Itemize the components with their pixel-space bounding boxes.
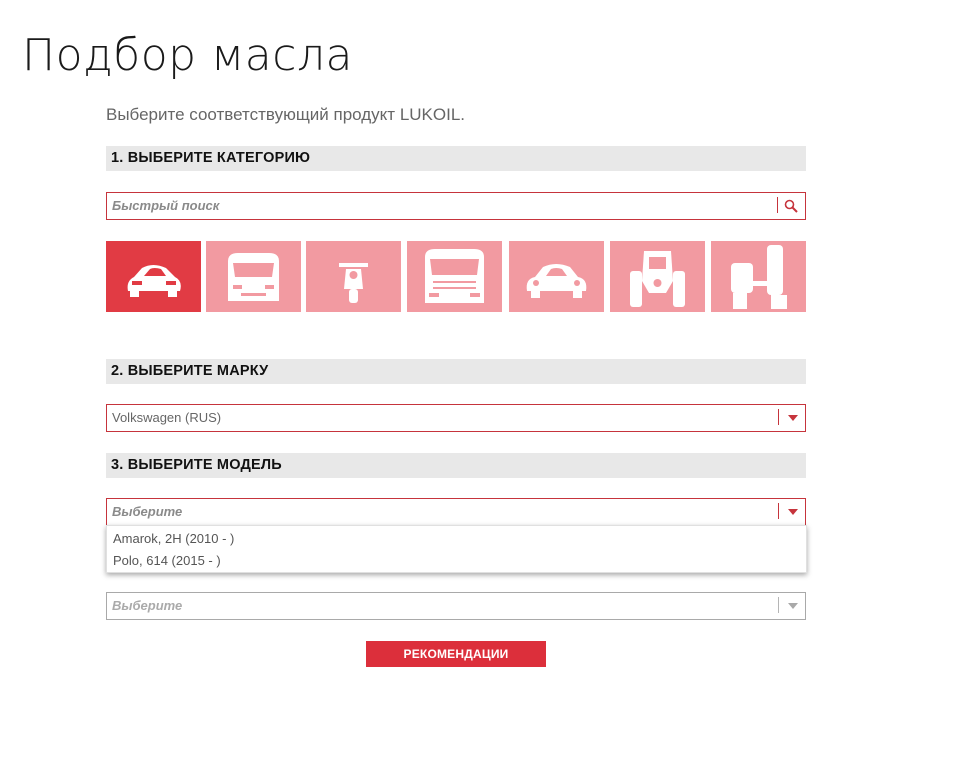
category-outboard[interactable] (711, 241, 806, 312)
category-truck[interactable] (407, 241, 502, 312)
brand-select-divider (778, 409, 779, 425)
engine-select[interactable]: Выберите (106, 592, 806, 620)
section-model-heading: 3. ВЫБЕРИТЕ МОДЕЛЬ (111, 457, 282, 473)
search-divider (777, 197, 778, 213)
model-select-divider (778, 503, 779, 519)
section-brand: 2. ВЫБЕРИТЕ МАРКУ (106, 359, 806, 384)
outboard-motor-icon (731, 245, 787, 309)
motorcycle-icon (339, 263, 368, 303)
page-title: Подбор масла (22, 30, 353, 81)
section-category: 1. ВЫБЕРИТЕ КАТЕГОРИЮ (106, 146, 806, 171)
section-model: 3. ВЫБЕРИТЕ МОДЕЛЬ (106, 453, 806, 478)
model-select[interactable]: Выберите (106, 498, 806, 526)
section-category-heading: 1. ВЫБЕРИТЕ КАТЕГОРИЮ (111, 150, 311, 166)
engine-select-placeholder: Выберите (112, 598, 183, 613)
truck-icon (425, 249, 484, 303)
chevron-down-icon[interactable] (788, 603, 798, 609)
quick-search-placeholder: Быстрый поиск (112, 198, 220, 213)
passenger-car-icon (127, 265, 181, 297)
category-motorcycle[interactable] (306, 241, 401, 312)
classic-car-icon (526, 264, 587, 298)
quick-search-input[interactable]: Быстрый поиск (106, 192, 806, 220)
category-van[interactable] (206, 241, 301, 312)
chevron-down-icon[interactable] (788, 415, 798, 421)
category-tractor[interactable] (610, 241, 705, 312)
tractor-icon (630, 251, 685, 307)
chevron-down-icon[interactable] (788, 509, 798, 515)
brand-select-value: Volkswagen (RUS) (112, 410, 222, 425)
model-select-placeholder: Выберите (112, 504, 183, 519)
brand-select[interactable]: Volkswagen (RUS) (106, 404, 806, 432)
search-icon[interactable] (783, 198, 799, 214)
van-icon (228, 253, 279, 301)
engine-select-divider (778, 597, 779, 613)
category-passenger-car[interactable] (106, 241, 201, 312)
section-brand-heading: 2. ВЫБЕРИТЕ МАРКУ (111, 363, 269, 379)
intro-text: Выберите соответствующий продукт LUKOIL. (106, 105, 466, 124)
model-dropdown-list: Amarok, 2H (2010 - ) Polo, 614 (2015 - ) (106, 525, 807, 573)
category-classic-car[interactable] (509, 241, 604, 312)
model-option[interactable]: Polo, 614 (2015 - ) (113, 553, 221, 568)
recommendations-button[interactable]: РЕКОМЕНДАЦИИ (366, 641, 546, 667)
model-option[interactable]: Amarok, 2H (2010 - ) (113, 531, 234, 546)
